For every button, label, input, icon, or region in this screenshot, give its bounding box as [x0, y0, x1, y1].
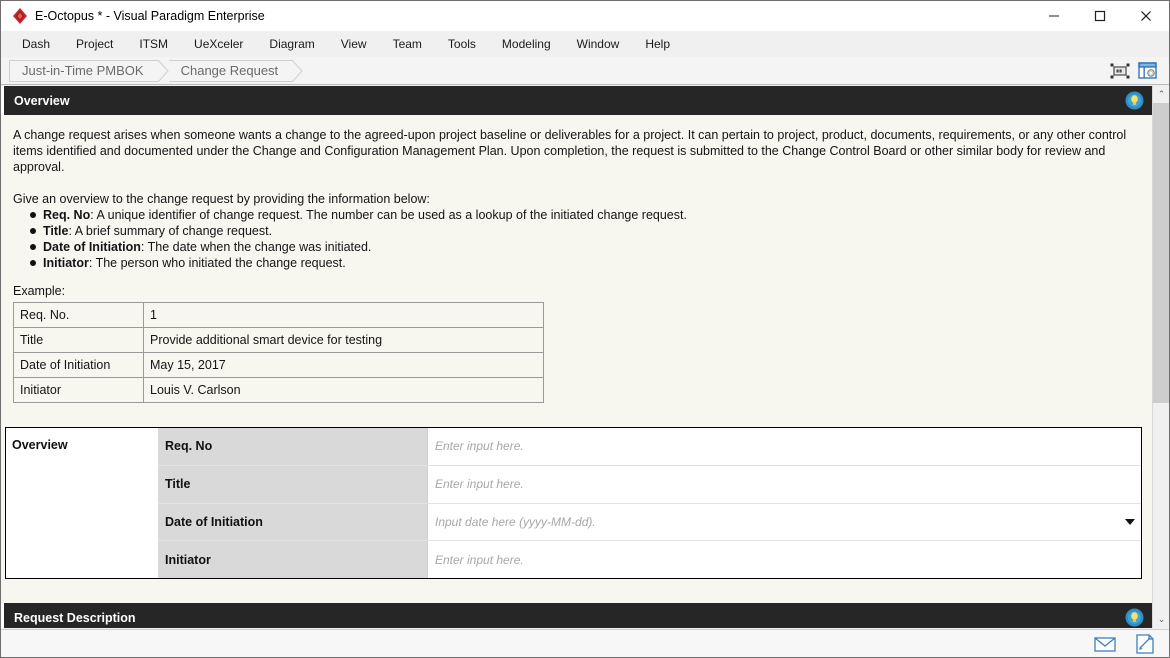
form-row-initiator: Initiator Enter input here.: [158, 541, 1141, 578]
mail-icon[interactable]: [1093, 634, 1117, 654]
table-row: Date of Initiation May 15, 2017: [14, 353, 544, 378]
overview-section-header[interactable]: Overview: [1, 86, 1152, 115]
menu-item-help[interactable]: Help: [632, 33, 683, 55]
overview-section-title: Overview: [4, 94, 70, 108]
bullet-term: Title: [43, 224, 68, 238]
form-row-req-no: Req. No Enter input here.: [158, 428, 1141, 466]
request-description-section-title: Request Description: [4, 611, 136, 625]
menu-item-tools[interactable]: Tools: [435, 33, 489, 55]
window-controls: [1031, 1, 1169, 31]
form-row-date-of-initiation: Date of Initiation Input date here (yyyy…: [158, 504, 1141, 542]
form-fields: Req. No Enter input here. Title Enter in…: [158, 428, 1141, 578]
scroll-up-button[interactable]: ⌃: [1153, 86, 1170, 103]
table-row: Title Provide additional smart device fo…: [14, 328, 544, 353]
overview-bullet-list: Req. No: A unique identifier of change r…: [13, 207, 1138, 271]
menu-item-window[interactable]: Window: [564, 33, 633, 55]
date-of-initiation-placeholder: Input date here (yyyy-MM-dd).: [435, 515, 596, 529]
vertical-scrollbar[interactable]: ⌃ ⌄: [1152, 86, 1169, 628]
example-label: Example:: [13, 283, 1138, 299]
close-button[interactable]: [1123, 1, 1169, 31]
initiator-input[interactable]: Enter input here.: [428, 541, 1141, 578]
title-input[interactable]: Enter input here.: [428, 466, 1141, 503]
request-description-section-header[interactable]: Request Description: [1, 603, 1152, 628]
example-value: Louis V. Carlson: [144, 378, 544, 403]
fit-to-window-icon[interactable]: [1109, 61, 1131, 81]
section-gap: [1, 579, 1152, 603]
menu-bar: Dash Project ITSM UeXceler Diagram View …: [1, 31, 1169, 57]
status-bar: [1, 629, 1169, 657]
form-label-title: Title: [158, 466, 428, 503]
form-label-req-no: Req. No: [158, 428, 428, 465]
bullet-term: Initiator: [43, 256, 89, 270]
breadcrumb-item-just-in-time-pmbok[interactable]: Just-in-Time PMBOK: [9, 60, 158, 82]
breadcrumb-tools: [1109, 61, 1169, 81]
overview-instruction: Give an overview to the change request b…: [13, 191, 1138, 207]
bullet-term: Req. No: [43, 208, 90, 222]
window-title: E-Octopus * - Visual Paradigm Enterprise: [35, 9, 265, 23]
example-table: Req. No. 1 Title Provide additional smar…: [13, 302, 544, 403]
table-row: Initiator Louis V. Carlson: [14, 378, 544, 403]
form-label-date-of-initiation: Date of Initiation: [158, 504, 428, 541]
example-key: Date of Initiation: [14, 353, 144, 378]
scroll-down-button[interactable]: ⌄: [1153, 611, 1170, 628]
bullet-term: Date of Initiation: [43, 240, 141, 254]
breadcrumb-item-change-request[interactable]: Change Request: [169, 60, 293, 82]
minimize-button[interactable]: [1031, 1, 1077, 31]
title-bar: E-Octopus * - Visual Paradigm Enterprise: [1, 1, 1169, 31]
list-item: Title: A brief summary of change request…: [13, 223, 1138, 239]
req-no-placeholder: Enter input here.: [435, 439, 524, 453]
example-value: Provide additional smart device for test…: [144, 328, 544, 353]
overview-paragraph: A change request arises when someone wan…: [13, 127, 1138, 175]
chevron-right-icon: [292, 60, 303, 82]
form-panel-title: Overview: [6, 428, 158, 578]
bullet-desc: : The date when the change was initiated…: [141, 240, 371, 254]
breadcrumb-label: Just-in-Time PMBOK: [22, 63, 144, 78]
title-placeholder: Enter input here.: [435, 477, 524, 491]
menu-item-project[interactable]: Project: [63, 33, 126, 55]
scrollbar-thumb[interactable]: [1153, 103, 1170, 403]
document-content: Overview A change request arises when so…: [1, 86, 1152, 628]
menu-item-modeling[interactable]: Modeling: [489, 33, 564, 55]
application-window: E-Octopus * - Visual Paradigm Enterprise…: [0, 0, 1170, 658]
form-label-initiator: Initiator: [158, 541, 428, 578]
lightbulb-icon[interactable]: [1125, 91, 1144, 110]
chevron-right-icon: [158, 60, 169, 82]
list-item: Initiator: The person who initiated the …: [13, 255, 1138, 271]
list-item: Req. No: A unique identifier of change r…: [13, 207, 1138, 223]
paragraph-spacer: [13, 175, 1138, 191]
visual-paradigm-diamond-logo-icon: [7, 5, 33, 27]
list-item: Date of Initiation: The date when the ch…: [13, 239, 1138, 255]
menu-item-dash[interactable]: Dash: [9, 33, 63, 55]
table-row: Req. No. 1: [14, 303, 544, 328]
example-key: Initiator: [14, 378, 144, 403]
overview-form-panel: Overview Req. No Enter input here. Title…: [5, 427, 1142, 579]
note-edit-icon[interactable]: [1133, 634, 1157, 654]
lightbulb-icon[interactable]: [1125, 608, 1144, 627]
bullet-desc: : The person who initiated the change re…: [89, 256, 346, 270]
menu-item-view[interactable]: View: [328, 33, 380, 55]
menu-item-itsm[interactable]: ITSM: [126, 33, 181, 55]
bullet-desc: : A brief summary of change request.: [68, 224, 272, 238]
maximize-button[interactable]: [1077, 1, 1123, 31]
bullet-desc: : A unique identifier of change request.…: [90, 208, 687, 222]
overview-description: A change request arises when someone wan…: [1, 115, 1152, 413]
menu-item-team[interactable]: Team: [380, 33, 435, 55]
example-value: 1: [144, 303, 544, 328]
chevron-down-icon[interactable]: [1125, 519, 1135, 525]
breadcrumb: Just-in-Time PMBOK Change Request: [1, 57, 1169, 85]
breadcrumb-label: Change Request: [181, 63, 279, 78]
req-no-input[interactable]: Enter input here.: [428, 428, 1141, 465]
menu-item-diagram[interactable]: Diagram: [256, 33, 327, 55]
initiator-placeholder: Enter input here.: [435, 553, 524, 567]
open-specification-icon[interactable]: [1137, 61, 1159, 81]
menu-item-uexceler[interactable]: UeXceler: [181, 33, 256, 55]
date-of-initiation-input[interactable]: Input date here (yyyy-MM-dd).: [428, 504, 1141, 541]
form-row-title: Title Enter input here.: [158, 466, 1141, 504]
example-key: Title: [14, 328, 144, 353]
example-key: Req. No.: [14, 303, 144, 328]
example-value: May 15, 2017: [144, 353, 544, 378]
